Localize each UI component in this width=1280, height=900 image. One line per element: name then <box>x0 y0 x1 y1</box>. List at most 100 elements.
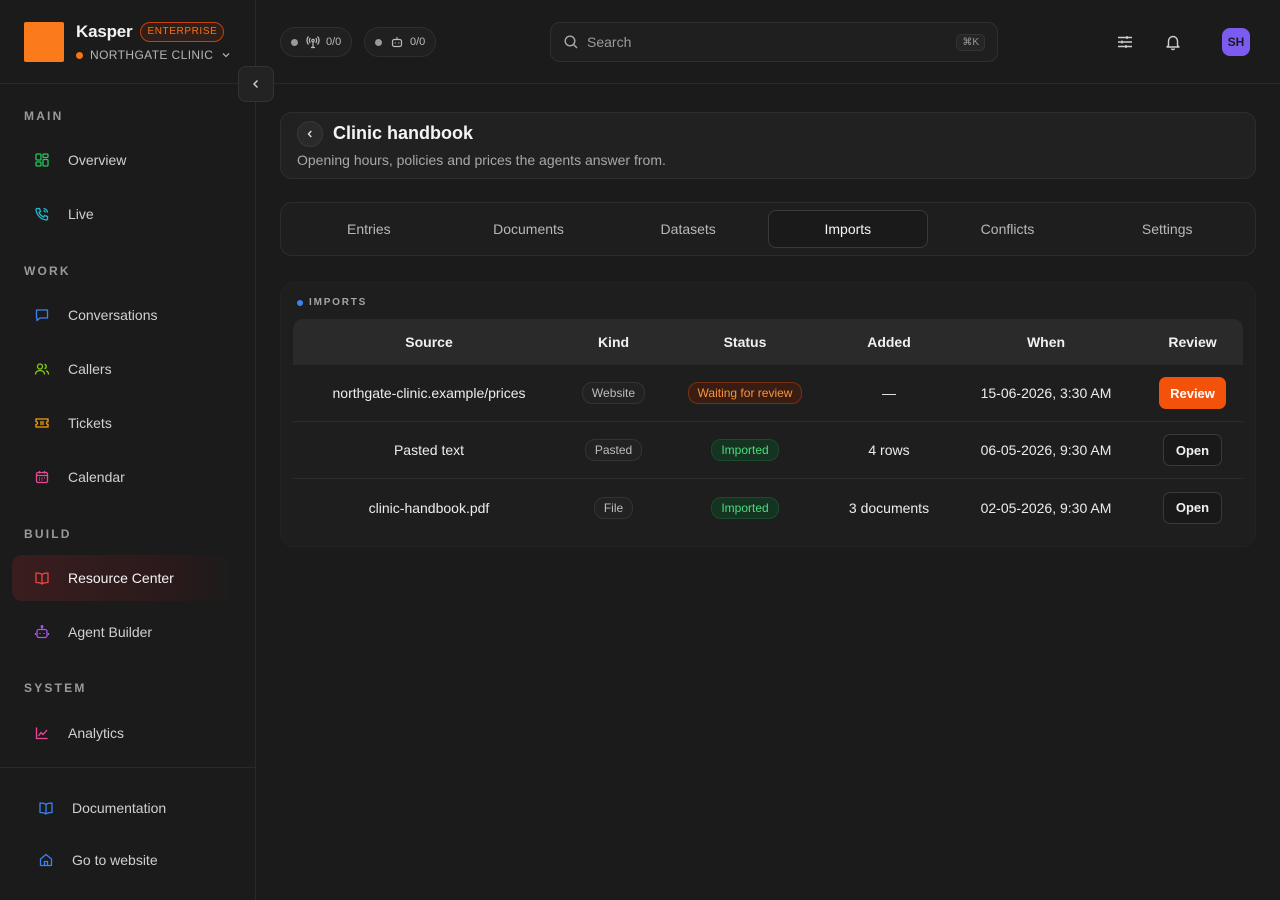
collapse-sidebar-button[interactable] <box>238 66 274 102</box>
tab-datasets[interactable]: Datasets <box>608 210 768 248</box>
import-source: northgate-clinic.example/prices <box>332 385 526 401</box>
brand: Kasper ENTERPRISE NORTHGATE CLINIC <box>24 22 231 62</box>
sidebar-item-label: Resource Center <box>68 570 174 586</box>
column-header-status: Status <box>723 334 767 350</box>
status-pill-value: 0/0 <box>410 36 426 48</box>
kind-chip: File <box>593 496 634 519</box>
sidebar-item-live[interactable]: Live <box>12 191 236 237</box>
review-button[interactable]: Review <box>1159 377 1226 409</box>
org-status-dot <box>76 51 83 59</box>
grid-icon <box>34 152 50 168</box>
page-title: Clinic handbook <box>333 123 474 143</box>
users-icon <box>34 361 50 377</box>
column-header-when: When <box>1026 334 1066 350</box>
sidebar-item-go-to-website[interactable]: Go to website <box>16 837 240 883</box>
tab-entries[interactable]: Entries <box>289 210 449 248</box>
book-open-icon <box>34 570 50 586</box>
table-row: northgate-clinic.example/prices Website … <box>293 365 1243 422</box>
chevron-left-icon <box>250 78 262 90</box>
kind-chip: Website <box>581 382 646 404</box>
notifications-button[interactable] <box>1161 30 1185 54</box>
table-header: Source Kind Status Added When Review <box>293 319 1243 365</box>
import-added: 4 rows <box>868 442 910 458</box>
section-label-main: MAIN <box>24 109 64 123</box>
back-button[interactable] <box>297 121 323 147</box>
table-row: Pasted text Pasted Imported 4 rows 06-05… <box>293 422 1243 479</box>
kind-chip: Pasted <box>584 439 643 461</box>
sidebar-item-calendar[interactable]: Calendar <box>12 454 236 500</box>
status-badge: Imported <box>711 496 779 519</box>
tab-documents[interactable]: Documents <box>449 210 609 248</box>
sidebar-item-label: Documentation <box>72 800 167 816</box>
sidebar-item-label: Analytics <box>68 725 125 741</box>
bot-icon <box>390 35 404 49</box>
sidebar-item-conversations[interactable]: Conversations <box>12 292 236 338</box>
brand-logo <box>24 22 64 62</box>
sidebar-item-label: Overview <box>68 152 127 168</box>
imports-section-label: IMPORTS <box>297 297 367 308</box>
sidebar-item-label: Calendar <box>68 469 125 485</box>
avatar[interactable]: SH <box>1222 28 1250 56</box>
sidebar-item-label: Callers <box>68 361 112 377</box>
message-square-icon <box>34 307 50 323</box>
status-badge: Waiting for review <box>687 382 803 404</box>
imports-label-text: IMPORTS <box>309 297 368 308</box>
status-pill-agents[interactable]: 0/0 <box>364 27 437 57</box>
section-label-work: WORK <box>24 264 71 278</box>
section-dot <box>297 299 303 306</box>
search-shortcut: ⌘K <box>956 33 985 51</box>
sidebar-item-agent-builder[interactable]: Agent Builder <box>12 609 236 655</box>
open-button[interactable]: Open <box>1163 491 1222 524</box>
import-when: 06-05-2026, 9:30 AM <box>980 442 1112 458</box>
sidebar-item-documentation[interactable]: Documentation <box>16 785 240 831</box>
filters-button[interactable] <box>1113 30 1137 54</box>
search-icon <box>563 34 579 50</box>
section-label-system: SYSTEM <box>24 681 87 695</box>
sidebar-item-tickets[interactable]: Tickets <box>12 400 236 446</box>
calendar-icon <box>34 469 50 485</box>
search-input[interactable] <box>587 34 957 50</box>
sidebar-item-callers[interactable]: Callers <box>12 346 236 392</box>
imports-table: Source Kind Status Added When Review nor… <box>293 319 1243 536</box>
page-header-card: Clinic handbook Opening hours, policies … <box>280 112 1256 179</box>
sidebar-item-label: Go to website <box>72 852 158 868</box>
search-bar[interactable]: ⌘K <box>550 22 998 62</box>
sidebar-item-overview[interactable]: Overview <box>12 137 236 183</box>
sidebar-divider <box>0 767 256 768</box>
tab-conflicts[interactable]: Conflicts <box>928 210 1088 248</box>
tab-bar: Entries Documents Datasets Imports Confl… <box>280 202 1256 256</box>
column-header-source: Source <box>405 334 453 350</box>
sidebar-item-label: Tickets <box>68 415 112 431</box>
column-header-review: Review <box>1168 334 1217 350</box>
import-added: — <box>882 385 896 401</box>
org-switcher[interactable]: NORTHGATE CLINIC <box>76 47 231 63</box>
home-icon <box>38 852 54 868</box>
import-source: Pasted text <box>393 442 465 458</box>
status-pill-calls[interactable]: 0/0 <box>280 27 353 57</box>
open-button[interactable]: Open <box>1163 434 1222 466</box>
sliders-icon <box>1116 33 1134 51</box>
import-when: 15-06-2026, 3:30 AM <box>980 385 1112 401</box>
sidebar-item-label: Agent Builder <box>68 624 153 640</box>
chart-line-icon <box>34 725 50 741</box>
sidebar-item-resource-center[interactable]: Resource Center <box>12 555 236 601</box>
tab-imports[interactable]: Imports <box>768 210 928 248</box>
section-label-build: BUILD <box>24 527 72 541</box>
status-pill-value: 0/0 <box>326 36 342 48</box>
phone-icon <box>34 206 50 222</box>
chevron-down-icon <box>221 50 231 60</box>
status-badge: Imported <box>711 439 779 461</box>
sidebar-item-analytics[interactable]: Analytics <box>12 710 236 756</box>
antenna-icon <box>306 35 320 49</box>
sidebar-item-label: Live <box>68 206 94 222</box>
column-header-kind: Kind <box>597 334 630 350</box>
page-subtitle: Opening hours, policies and prices the a… <box>297 152 666 168</box>
sidebar: Kasper ENTERPRISE NORTHGATE CLINIC MAIN … <box>0 0 256 900</box>
status-dot <box>375 38 382 46</box>
import-when: 02-05-2026, 9:30 AM <box>980 499 1112 516</box>
status-dot <box>291 38 298 46</box>
tab-settings[interactable]: Settings <box>1087 210 1247 248</box>
brand-name: Kasper <box>76 22 133 41</box>
import-added: 3 documents <box>848 499 930 516</box>
ticket-icon <box>34 415 50 431</box>
